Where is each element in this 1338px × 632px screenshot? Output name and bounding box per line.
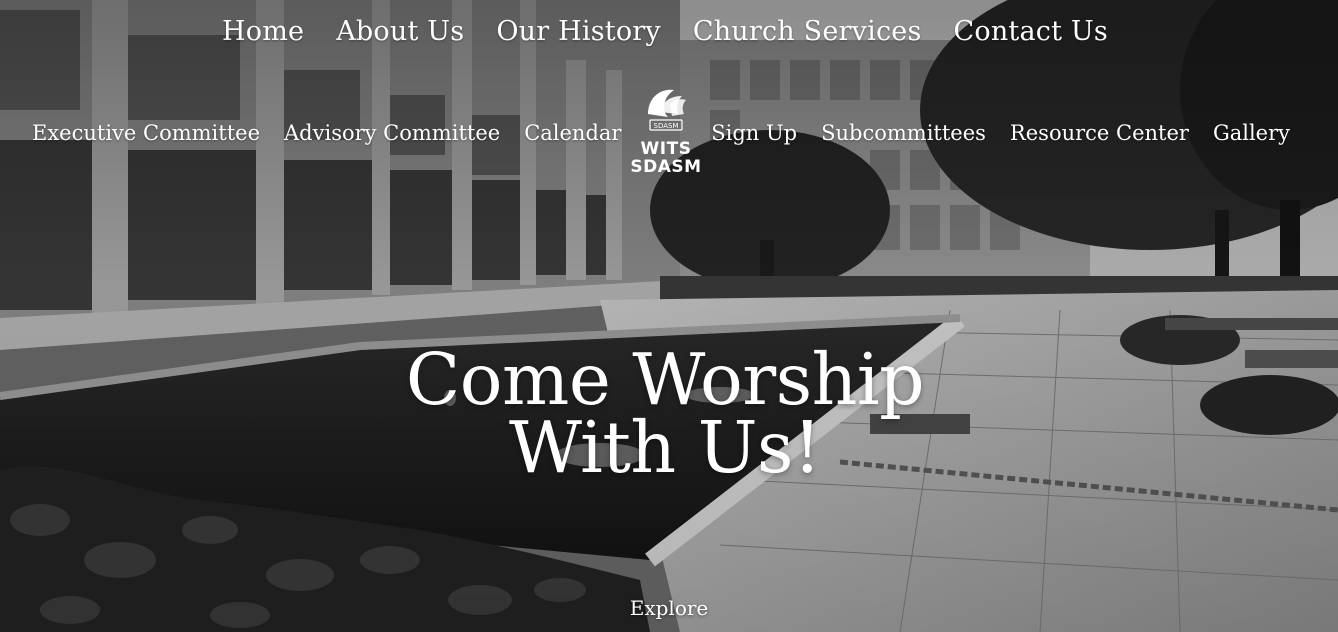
hero-headline-line-2: With Us! — [508, 405, 822, 489]
nav-gallery[interactable]: Gallery — [1213, 121, 1290, 145]
nav-sign-up[interactable]: Sign Up — [711, 121, 797, 145]
nav-contact-us[interactable]: Contact Us — [954, 16, 1108, 47]
hero-headline: Come Worship With Us! — [360, 337, 970, 489]
nav-calendar[interactable]: Calendar — [524, 121, 621, 145]
nav-subcommittees[interactable]: Subcommittees — [821, 121, 986, 145]
primary-nav: Home About Us Our History Church Service… — [0, 16, 1334, 47]
nav-advisory-committee[interactable]: Advisory Committee — [284, 121, 500, 145]
logo-wordmark: WITS SDASM — [630, 140, 701, 176]
nav-our-history[interactable]: Our History — [496, 16, 661, 47]
logo-badge-text: SDASM — [654, 122, 679, 130]
secondary-nav-right: Sign Up Subcommittees Resource Center Ga… — [711, 121, 1290, 145]
hero-headline-line-1: Come Worship — [405, 337, 925, 421]
logo-emblem-icon: SDASM — [648, 89, 686, 131]
nav-about-us[interactable]: About Us — [336, 16, 464, 47]
logo-line-1: WITS — [640, 139, 692, 159]
nav-executive-committee[interactable]: Executive Committee — [32, 121, 260, 145]
nav-church-services[interactable]: Church Services — [693, 16, 922, 47]
nav-home[interactable]: Home — [222, 16, 304, 47]
nav-resource-center[interactable]: Resource Center — [1010, 121, 1189, 145]
explore-link[interactable]: Explore — [0, 596, 1338, 620]
site-logo[interactable]: SDASM WITS SDASM — [620, 84, 712, 186]
secondary-nav-left: Executive Committee Advisory Committee C… — [32, 121, 621, 145]
logo-line-2: SDASM — [630, 157, 702, 177]
